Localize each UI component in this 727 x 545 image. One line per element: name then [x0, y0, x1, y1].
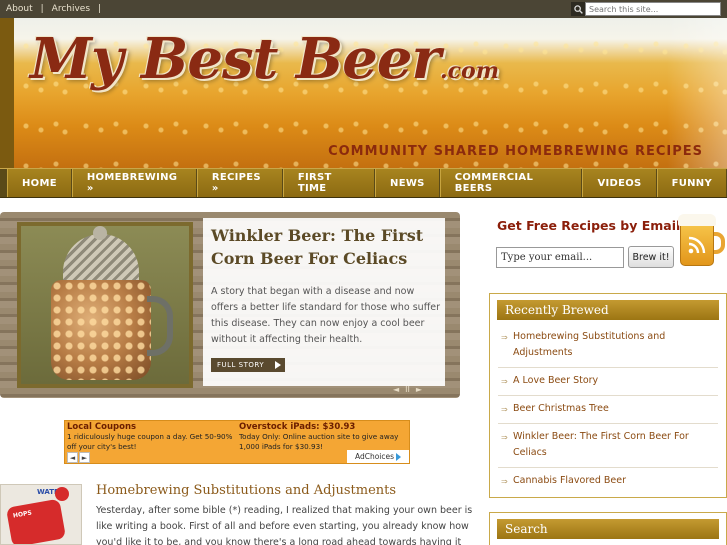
top-search-input[interactable]	[585, 2, 721, 16]
recent-link[interactable]: Homebrewing Substitutions and Adjustment…	[513, 331, 665, 358]
recently-brewed-widget: Recently Brewed ⇒ Homebrewing Substitutio…	[489, 293, 727, 498]
list-item[interactable]: ⇒ Homebrewing Substitutions and Adjustmen…	[498, 324, 718, 368]
nav-item-news[interactable]: NEWS	[375, 169, 440, 197]
logo-main: My Best Beer	[30, 26, 441, 92]
ad-title-ipads[interactable]: Overstock iPads: $30.93	[239, 422, 409, 432]
recent-link[interactable]: Beer Christmas Tree	[513, 403, 609, 414]
puzzle-knob	[55, 487, 69, 501]
rss-icon	[688, 236, 706, 254]
post-title[interactable]: Homebrewing Substitutions and Adjustment…	[96, 483, 396, 498]
arrow-bullet-icon: ⇒	[501, 433, 508, 442]
top-bar: About | Archives |	[0, 0, 727, 18]
ad-column-ipads: Overstock iPads: $30.93 Today Only: Onli…	[239, 422, 409, 452]
list-item[interactable]: ⇒ Cannabis Flavored Beer	[498, 468, 718, 495]
featured-text-panel: Winkler Beer: The First Corn Beer For Ce…	[203, 218, 445, 386]
list-item[interactable]: ⇒ Beer Christmas Tree	[498, 396, 718, 424]
nav-item-home[interactable]: HOME	[7, 169, 72, 197]
search-icon[interactable]	[571, 2, 585, 16]
full-story-button[interactable]: FULL STORY	[211, 358, 285, 372]
rss-beer-mug-icon[interactable]	[678, 210, 727, 268]
ad-nav: ◄ ►	[67, 452, 90, 463]
arrow-right-icon	[275, 361, 281, 369]
top-separator: |	[98, 4, 102, 14]
featured-title[interactable]: Winkler Beer: The First Corn Beer For Ce…	[211, 224, 437, 270]
nav-item-funny[interactable]: FUNNY	[656, 169, 727, 197]
full-story-label: FULL STORY	[217, 361, 265, 369]
featured-excerpt: A story that began with a disease and no…	[211, 286, 441, 345]
nav-item-recipes[interactable]: RECIPES »	[196, 169, 283, 197]
list-item[interactable]: ⇒ Winkler Beer: The First Corn Beer For C…	[498, 424, 718, 468]
adchoices-label: AdChoices	[354, 452, 395, 461]
recent-link[interactable]: Cannabis Flavored Beer	[513, 475, 626, 486]
brew-it-button[interactable]: Brew it!	[628, 246, 674, 268]
slider-next-button[interactable]: ►	[416, 385, 422, 394]
ad-prev-button[interactable]: ◄	[67, 452, 78, 463]
site-tagline: COMMUNITY SHARED HOMEBREWING RECIPES	[328, 144, 703, 159]
mug-foam	[678, 214, 716, 226]
slider-controls: ◄ II ►	[393, 385, 422, 394]
slider-prev-button[interactable]: ◄	[393, 385, 399, 394]
post-thumbnail[interactable]: WATER HOPS	[0, 484, 82, 545]
main-nav: HOME HOMEBREWING » RECIPES » FIRST TIME …	[0, 168, 727, 198]
search-widget: Search	[489, 512, 727, 545]
site-logo[interactable]: My Best Beer.com	[30, 26, 499, 92]
adchoices-badge[interactable]: AdChoices	[347, 450, 409, 463]
ad-title-coupons[interactable]: Local Coupons	[67, 422, 237, 432]
archives-link[interactable]: Archives	[52, 4, 90, 14]
top-search	[571, 2, 721, 16]
email-field[interactable]: Type your email...	[496, 247, 624, 268]
logo-suffix: .com	[439, 58, 499, 84]
top-links: About | Archives |	[0, 4, 109, 14]
nav-item-first-time[interactable]: FIRST TIME	[282, 169, 376, 197]
nav-item-videos[interactable]: VIDEOS	[582, 169, 657, 197]
search-widget-title: Search	[497, 519, 719, 539]
ad-text-ipads: Today Only: Online auction site to give …	[239, 432, 399, 451]
ad-text-coupons: 1 ridiculously huge coupon a day. Get 50…	[67, 432, 233, 451]
email-signup-title: Get Free Recipes by Email	[497, 218, 681, 233]
page: About | Archives | My Best Beer.com COMM…	[0, 0, 727, 545]
nav-item-commercial-beers[interactable]: COMMERCIAL BEERS	[439, 169, 583, 197]
recently-brewed-title: Recently Brewed	[497, 300, 719, 320]
featured-slider: Winkler Beer: The First Corn Beer For Ce…	[0, 212, 460, 398]
arrow-bullet-icon: ⇒	[501, 477, 508, 486]
ad-column-coupons: Local Coupons 1 ridiculously huge coupon…	[67, 422, 237, 452]
ad-banner[interactable]: Local Coupons 1 ridiculously huge coupon…	[64, 420, 410, 464]
corn-kernels	[51, 280, 151, 380]
recent-link[interactable]: Winkler Beer: The First Corn Beer For Ce…	[513, 431, 689, 458]
recent-list: ⇒ Homebrewing Substitutions and Adjustmen…	[498, 324, 718, 495]
puzzle-piece-icon	[5, 498, 67, 544]
nav-item-homebrewing[interactable]: HOMEBREWING »	[71, 169, 197, 197]
recent-link[interactable]: A Love Beer Story	[513, 375, 598, 386]
adchoices-icon	[396, 452, 402, 461]
arrow-bullet-icon: ⇒	[501, 377, 508, 386]
list-item[interactable]: ⇒ A Love Beer Story	[498, 368, 718, 396]
stein-knob	[93, 226, 107, 240]
site-header: My Best Beer.com COMMUNITY SHARED HOMEBR…	[0, 18, 727, 168]
stein-handle	[147, 296, 173, 356]
slider-pause-button[interactable]: II	[405, 385, 410, 394]
featured-image[interactable]	[17, 222, 193, 388]
about-link[interactable]: About	[6, 4, 33, 14]
arrow-bullet-icon: ⇒	[501, 405, 508, 414]
post-excerpt: Yesterday, after some bible (*) reading,…	[96, 505, 473, 545]
ad-next-button[interactable]: ►	[79, 452, 90, 463]
top-separator: |	[40, 4, 44, 14]
arrow-bullet-icon: ⇒	[501, 333, 508, 342]
